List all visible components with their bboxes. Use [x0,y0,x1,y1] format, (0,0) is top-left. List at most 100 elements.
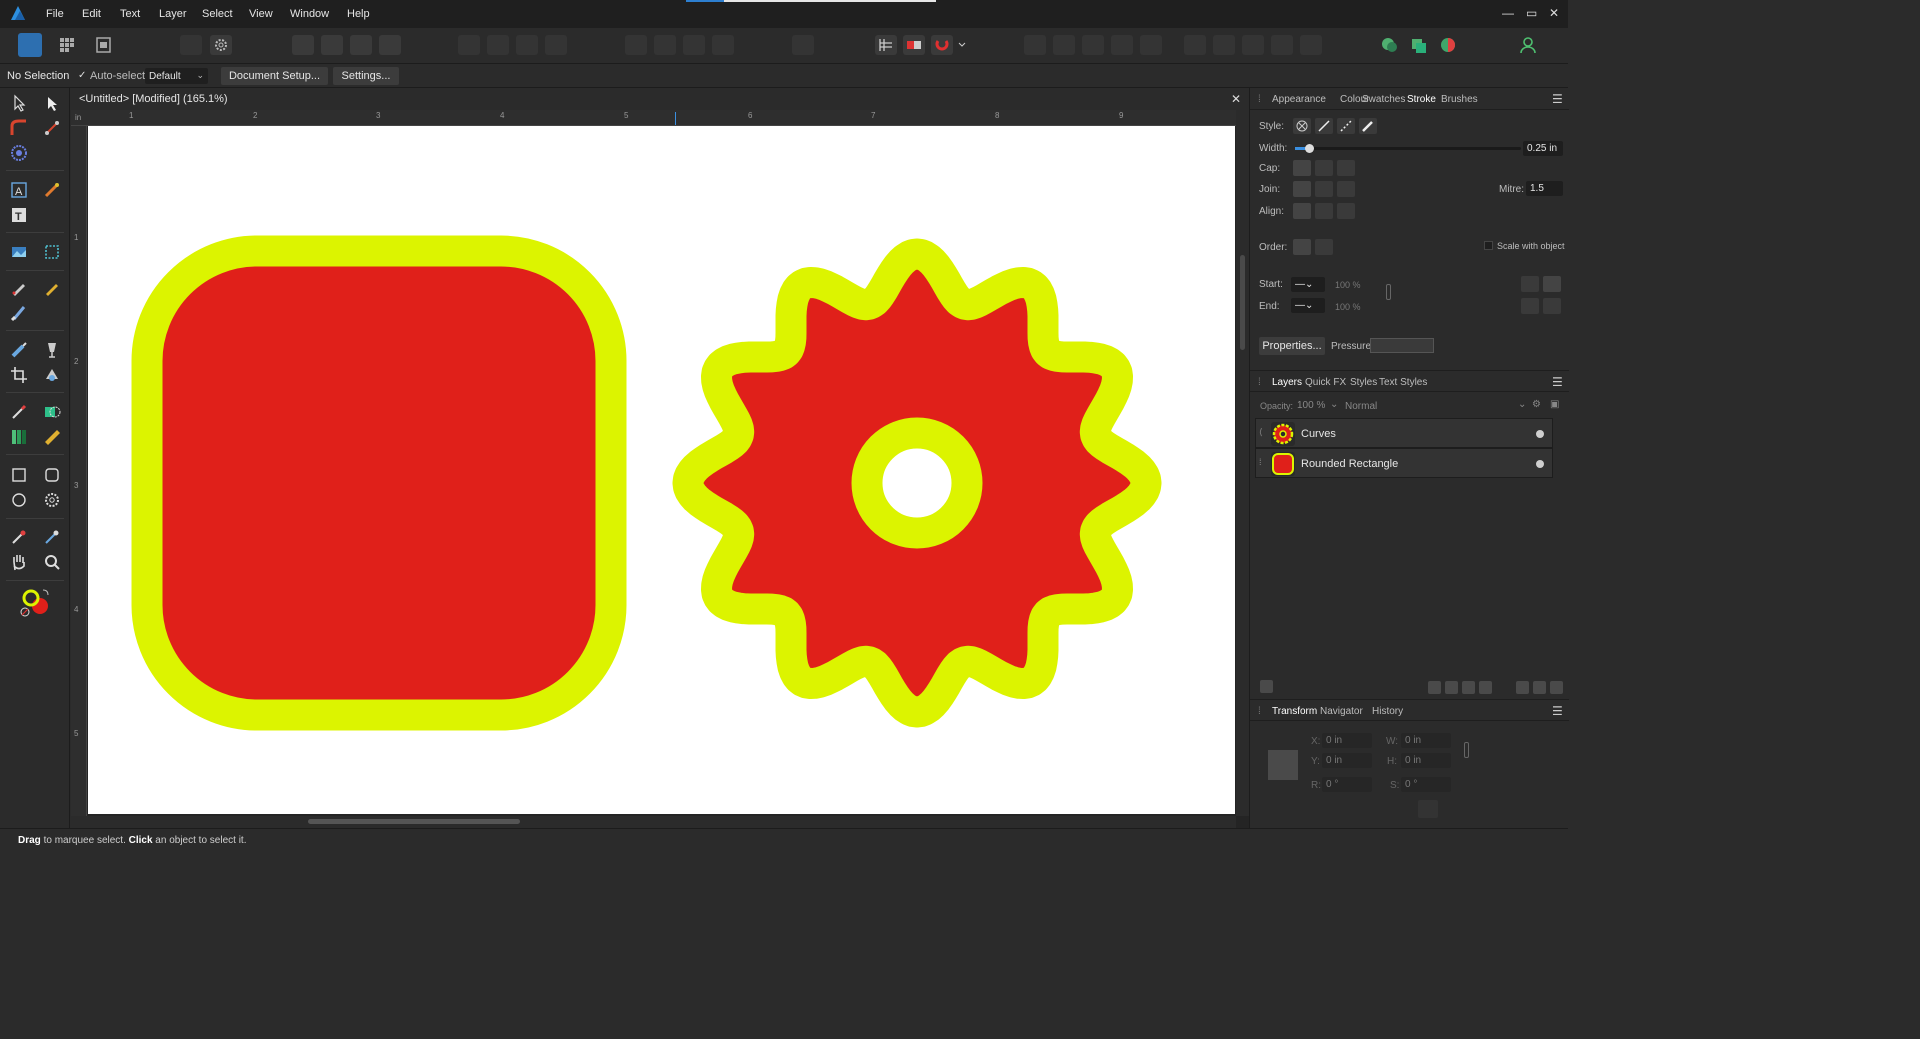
document-tab[interactable]: <Untitled> [Modified] (165.1%) ✕ [71,88,1249,110]
live-filter-icon[interactable] [1479,681,1492,694]
bevel-join-icon[interactable] [1337,181,1355,197]
canvas-page[interactable] [88,126,1235,814]
delete-layer-icon[interactable] [1550,681,1563,694]
fill-stroke-swatch-icon[interactable] [17,586,53,620]
slice-tool-icon[interactable] [42,365,62,385]
anchor-point-selector[interactable] [1268,750,1298,780]
zoom-tool-icon[interactable] [42,552,62,572]
arrowhead-inside-icon[interactable] [1521,276,1539,292]
horizontal-scroll-thumb[interactable] [308,819,520,824]
insert-inside-icon[interactable] [1184,35,1206,55]
boolean-add-icon[interactable] [1024,35,1046,55]
arrange-backward-icon[interactable] [487,35,509,55]
tab-styles[interactable]: Styles [1350,377,1377,388]
width-slider[interactable] [1295,144,1521,153]
stroke-front-fill-icon[interactable] [1315,239,1333,255]
texture-line-style-icon[interactable] [1359,118,1377,134]
account-user-icon[interactable] [1517,35,1539,55]
close-window-button[interactable]: ✕ [1549,6,1559,20]
place-image-tool-icon[interactable] [9,242,29,262]
view-mode-icon[interactable] [292,35,314,55]
hand-tool-icon[interactable] [9,552,29,572]
butt-cap-icon[interactable] [1293,160,1311,176]
pencil-tool-icon[interactable] [42,278,62,298]
dash-line-style-icon[interactable] [1337,118,1355,134]
tab-history[interactable]: History [1372,706,1403,717]
cog-shape-tool-icon[interactable] [42,490,62,510]
measure-tool-icon[interactable] [42,427,62,447]
menu-window[interactable]: Window [290,8,329,20]
colour-picker-alt-icon[interactable] [42,527,62,547]
panel-menu-icon[interactable]: ☰ [1552,704,1563,718]
rotate-icon[interactable] [712,35,734,55]
color-picker-tool-icon[interactable] [9,402,29,422]
eyedropper-tool-icon[interactable] [9,527,29,547]
layer-settings-gear-icon[interactable]: ⚙ [1532,399,1541,410]
arrange-front-icon[interactable] [545,35,567,55]
mask-icon[interactable] [1271,35,1293,55]
artistic-text-tool-icon[interactable]: A [9,180,29,200]
layer-visibility-toggle[interactable] [1536,430,1544,438]
gradient-tool-icon[interactable] [9,427,29,447]
mask-layer-icon[interactable] [1428,681,1441,694]
mitre-field[interactable]: 1.5 [1526,181,1563,196]
scale-with-object-checkbox[interactable] [1484,241,1493,250]
maximize-button[interactable]: ▭ [1526,6,1537,20]
arrange-forward-icon[interactable] [516,35,538,55]
vertical-scrollbar[interactable] [1236,110,1249,816]
paint-brush-tool-icon[interactable] [9,340,29,360]
rectangle-tool-icon[interactable] [9,465,29,485]
arrowhead-outside-icon[interactable] [1543,276,1561,292]
horizontal-ruler[interactable]: in 1 2 3 4 5 6 7 8 9 [71,110,1236,126]
tab-swatches[interactable]: Swatches [1362,94,1405,105]
lock-icon[interactable]: ▣ [1550,399,1559,410]
end-scale-value[interactable]: 100 % [1335,302,1361,312]
frame-text-tool-icon[interactable]: T [9,205,29,225]
tab-transform[interactable]: Transform [1272,706,1317,717]
no-stroke-style-icon[interactable] [1293,118,1311,134]
crop-tool-icon[interactable] [9,365,29,385]
menu-view[interactable]: View [249,8,273,20]
snap-grid-icon[interactable] [875,35,897,55]
stroke-behind-fill-icon[interactable] [1293,239,1311,255]
width-field[interactable]: 0.25 in [1523,141,1563,156]
horizontal-scrollbar[interactable] [71,816,1236,828]
transparency-tool-icon[interactable] [42,340,62,360]
miter-join-icon[interactable] [1293,181,1311,197]
panel-grip-icon[interactable]: ⁞ [1258,377,1261,388]
lock-aspect-icon[interactable] [1464,742,1469,758]
pressure-graph[interactable] [1370,338,1434,353]
tab-brushes[interactable]: Brushes [1441,94,1478,105]
auto-select-dropdown[interactable]: Default ⌄ [145,68,208,84]
designer-persona-icon[interactable] [18,33,42,57]
expand-layer-icon[interactable]: ⟨ [1259,427,1263,438]
export-persona-icon[interactable] [93,35,115,55]
align-outside-stroke-icon[interactable] [1337,203,1355,219]
move-tool-icon[interactable] [9,93,29,113]
swap-arrowheads-icon[interactable] [1521,298,1539,314]
align-centre-stroke-icon[interactable] [1293,203,1311,219]
align-inside-stroke-icon[interactable] [1315,203,1333,219]
solid-line-style-icon[interactable] [1315,118,1333,134]
rounded-rectangle-shape[interactable] [131,235,627,731]
vector-brush-tool-icon[interactable] [9,303,29,323]
contour-tool-icon[interactable] [9,143,29,163]
panel-menu-icon[interactable]: ☰ [1552,92,1563,106]
boolean-xor-icon[interactable] [1111,35,1133,55]
panel-grip-icon[interactable]: ⁞ [1258,94,1261,105]
isolate-mode-icon[interactable] [321,35,343,55]
colour-wheel-icon[interactable] [1379,35,1401,55]
document-menu-icon[interactable] [180,35,202,55]
snapping-options-icon[interactable] [350,35,372,55]
panel-menu-icon[interactable]: ☰ [1552,375,1563,389]
menu-text[interactable]: Text [120,8,140,20]
swatches-icon[interactable] [1408,35,1430,55]
pen-tool-icon[interactable] [9,278,29,298]
start-scale-value[interactable]: 100 % [1335,280,1361,290]
properties-button[interactable]: Properties... [1259,337,1325,355]
opacity-value[interactable]: 100 % [1297,400,1325,411]
flip-horizontal-icon[interactable] [654,35,676,55]
layers-icon[interactable] [1437,35,1459,55]
group-layer-icon[interactable] [1533,681,1546,694]
boolean-subtract-icon[interactable] [1053,35,1075,55]
